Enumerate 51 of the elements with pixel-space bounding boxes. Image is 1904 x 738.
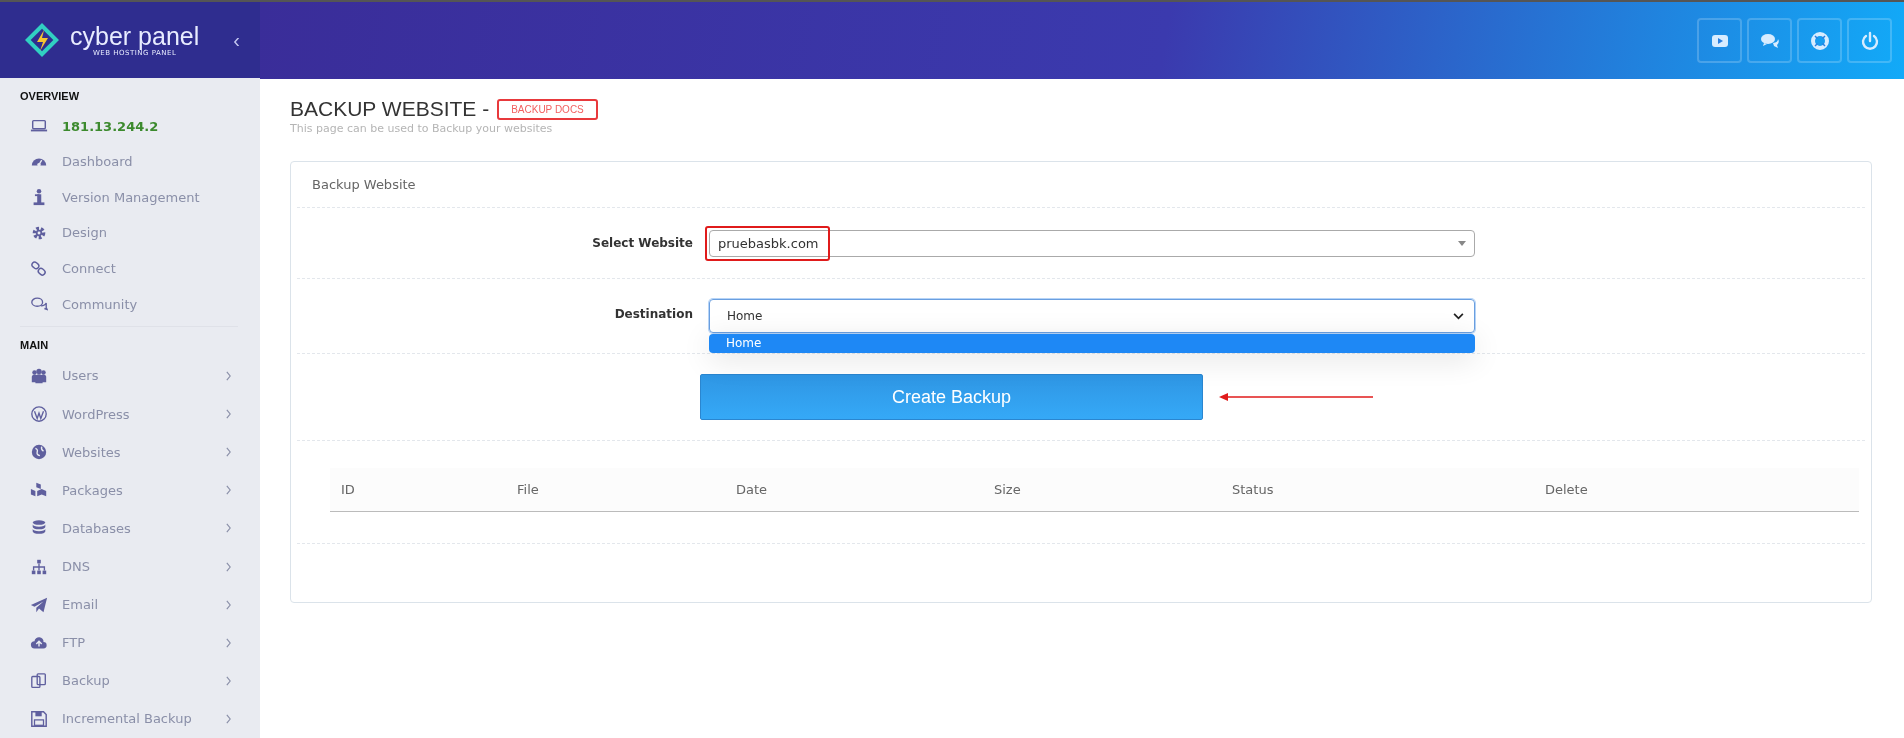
sitemap-icon [30, 557, 48, 576]
column-header: Size [994, 482, 1022, 497]
create-backup-button[interactable]: Create Backup [700, 374, 1203, 420]
page-subtitle: This page can be used to Backup your websites [290, 122, 554, 135]
sidebar-item[interactable]: Users [0, 356, 260, 396]
power-icon [1859, 30, 1880, 51]
destination-select[interactable]: Home [709, 299, 1475, 333]
field-label: Select Website [591, 236, 693, 250]
video-button[interactable] [1697, 18, 1742, 63]
copy-icon [30, 671, 48, 690]
sidebar-item[interactable]: Backup [0, 661, 260, 700]
caret-down-icon [1458, 240, 1466, 246]
link-icon [30, 259, 48, 278]
column-header: File [517, 482, 540, 497]
sidebar-item[interactable]: Packages [0, 471, 260, 510]
sidebar-item[interactable]: WordPress [0, 395, 260, 434]
column-header: ID [341, 482, 356, 497]
power-button[interactable] [1847, 18, 1892, 63]
sidebar-item[interactable]: Email [0, 585, 260, 624]
sidebar-item[interactable]: 181.13.244.2 [0, 108, 260, 144]
page-title: BACKUP WEBSITE - [290, 97, 490, 121]
globe-icon [30, 443, 48, 462]
sidebar-item[interactable]: Databases [0, 509, 260, 548]
brand-name: cyber panel [70, 23, 200, 50]
section-heading: OVERVIEW [19, 89, 81, 105]
sidebar-item[interactable]: FTP [0, 623, 260, 662]
collapse-button[interactable]: ‹ [229, 28, 244, 52]
sidebar-item[interactable]: Version Management [0, 179, 260, 216]
wordpress-icon [30, 405, 48, 424]
sidebar-item[interactable]: Connect [0, 250, 260, 287]
sidebar-item[interactable]: Design [0, 215, 260, 251]
website-combo-field[interactable]: pruebasbk.com [709, 229, 1475, 257]
column-header: Delete [1545, 482, 1589, 497]
dropdown-option[interactable]: Home [709, 334, 1475, 353]
support-button[interactable] [1797, 18, 1842, 63]
lifebuoy-icon [1809, 30, 1830, 51]
column-header: Status [1232, 482, 1275, 497]
sidebar-item[interactable]: DNS [0, 547, 260, 586]
column-header: Date [736, 482, 769, 497]
sidebar-item[interactable]: Incremental Backup [0, 699, 260, 738]
field-label: Destination [613, 306, 693, 321]
chat-button[interactable] [1747, 18, 1792, 63]
users-icon [30, 367, 48, 385]
paper-plane-icon [30, 595, 48, 614]
sidebar-item[interactable]: Websites [0, 433, 260, 472]
chevron-down-icon [1453, 312, 1464, 320]
sidebar-item[interactable]: Community [0, 286, 260, 322]
card-title: Backup Website [297, 162, 1865, 208]
sidebar-item[interactable]: Dashboard [0, 143, 260, 180]
docs-link[interactable]: BACKUP DOCS [497, 98, 598, 120]
section-heading: MAIN [19, 337, 50, 353]
